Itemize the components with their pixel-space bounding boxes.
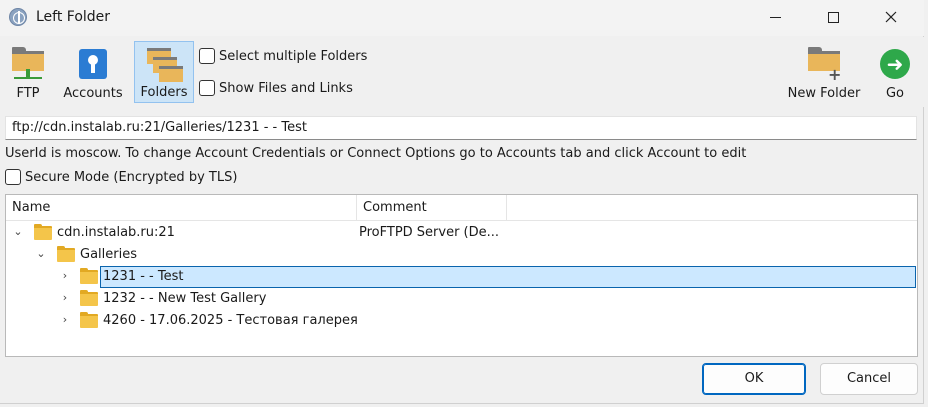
- secure-mode-checkbox[interactable]: [5, 169, 21, 185]
- minimize-button[interactable]: [752, 0, 798, 34]
- column-header-name[interactable]: Name: [6, 195, 357, 221]
- column-header-comment[interactable]: Comment: [357, 195, 507, 221]
- chevron-down-icon[interactable]: ⌄: [35, 244, 47, 264]
- tree-item-label: Galleries: [80, 247, 137, 262]
- go-arrow-icon: ➜: [880, 49, 910, 79]
- secure-mode-option[interactable]: Secure Mode (Encrypted by TLS): [5, 169, 237, 185]
- selection-highlight: [100, 266, 916, 288]
- show-files-option[interactable]: Show Files and Links: [199, 80, 353, 96]
- go-button[interactable]: ➜ Go: [874, 41, 916, 103]
- plus-icon: +: [828, 65, 842, 84]
- folder-icon: [80, 312, 98, 328]
- chevron-down-icon[interactable]: ⌄: [12, 222, 24, 242]
- close-icon: [885, 11, 897, 23]
- tree-item-comment: ProFTPD Server (De...: [359, 225, 500, 240]
- accounts-button[interactable]: Accounts: [58, 41, 128, 103]
- new-folder-label: New Folder: [787, 86, 861, 101]
- chevron-right-icon[interactable]: ›: [59, 288, 71, 308]
- close-button[interactable]: [868, 0, 914, 34]
- globe-icon: [9, 8, 27, 26]
- tree-item-label: cdn.instalab.ru:21: [57, 225, 175, 240]
- ok-button[interactable]: OK: [702, 363, 806, 395]
- window-title: Left Folder: [36, 9, 111, 25]
- maximize-icon: [827, 11, 839, 23]
- chevron-right-icon[interactable]: ›: [59, 310, 71, 330]
- network-icon: [14, 69, 42, 79]
- go-label: Go: [885, 86, 905, 101]
- left-folder-dialog: Left Folder FTP Accounts Folders + New F…: [0, 0, 924, 404]
- select-multiple-folders-option[interactable]: Select multiple Folders: [199, 48, 367, 64]
- folder-icon: [34, 224, 52, 240]
- cancel-button[interactable]: Cancel: [820, 363, 918, 395]
- tree-item-label: 4260 - 17.06.2025 - Тестовая галерея: [103, 313, 358, 328]
- account-info-text: UserId is moscow. To change Account Cred…: [5, 146, 747, 161]
- folders-button[interactable]: Folders: [134, 41, 194, 103]
- title-bar: Left Folder: [0, 0, 924, 36]
- tree-header: Name Comment: [6, 195, 917, 221]
- show-files-label: Show Files and Links: [219, 80, 353, 96]
- toolbar: FTP Accounts Folders + New Folder ➜ Go: [0, 37, 924, 107]
- folder-tree[interactable]: Name Comment ⌄ cdn.instalab.ru:21 ProFTP…: [5, 194, 918, 357]
- tree-item-label: 1232 - - New Test Gallery: [103, 291, 267, 306]
- accounts-label: Accounts: [63, 86, 123, 101]
- folders-icon: [147, 48, 183, 82]
- ftp-button[interactable]: FTP: [4, 41, 52, 103]
- secure-mode-label: Secure Mode (Encrypted by TLS): [25, 169, 238, 185]
- ftp-label: FTP: [16, 86, 40, 101]
- path-input[interactable]: ftp://cdn.instalab.ru:21/Galleries/1231 …: [5, 116, 917, 140]
- chevron-right-icon[interactable]: ›: [59, 266, 71, 286]
- maximize-button[interactable]: [810, 0, 856, 34]
- ftp-folder-icon: [12, 47, 44, 71]
- select-multiple-label: Select multiple Folders: [219, 48, 368, 64]
- select-multiple-checkbox[interactable]: [199, 48, 215, 64]
- tree-row-galleries[interactable]: ⌄ Galleries: [6, 244, 917, 266]
- new-folder-button[interactable]: + New Folder: [784, 41, 864, 103]
- folder-icon: [80, 290, 98, 306]
- tree-item-label: 1231 - - Test: [103, 269, 184, 284]
- account-icon: [79, 49, 107, 79]
- folder-icon: [80, 268, 98, 284]
- folders-label: Folders: [140, 85, 188, 100]
- tree-row-4260[interactable]: › 4260 - 17.06.2025 - Тестовая галерея: [6, 310, 917, 332]
- show-files-checkbox[interactable]: [199, 80, 215, 96]
- tree-row-server[interactable]: ⌄ cdn.instalab.ru:21 ProFTPD Server (De.…: [6, 222, 917, 244]
- minimize-icon: [769, 16, 781, 18]
- folder-icon: [57, 246, 75, 262]
- tree-row-1232[interactable]: › 1232 - - New Test Gallery: [6, 288, 917, 310]
- tree-row-1231-selected[interactable]: › 1231 - - Test: [6, 266, 917, 288]
